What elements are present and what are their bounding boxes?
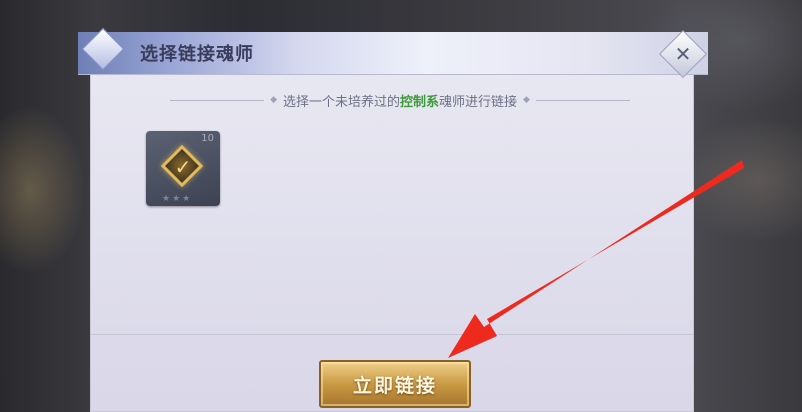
red-arrow-icon	[448, 160, 744, 358]
